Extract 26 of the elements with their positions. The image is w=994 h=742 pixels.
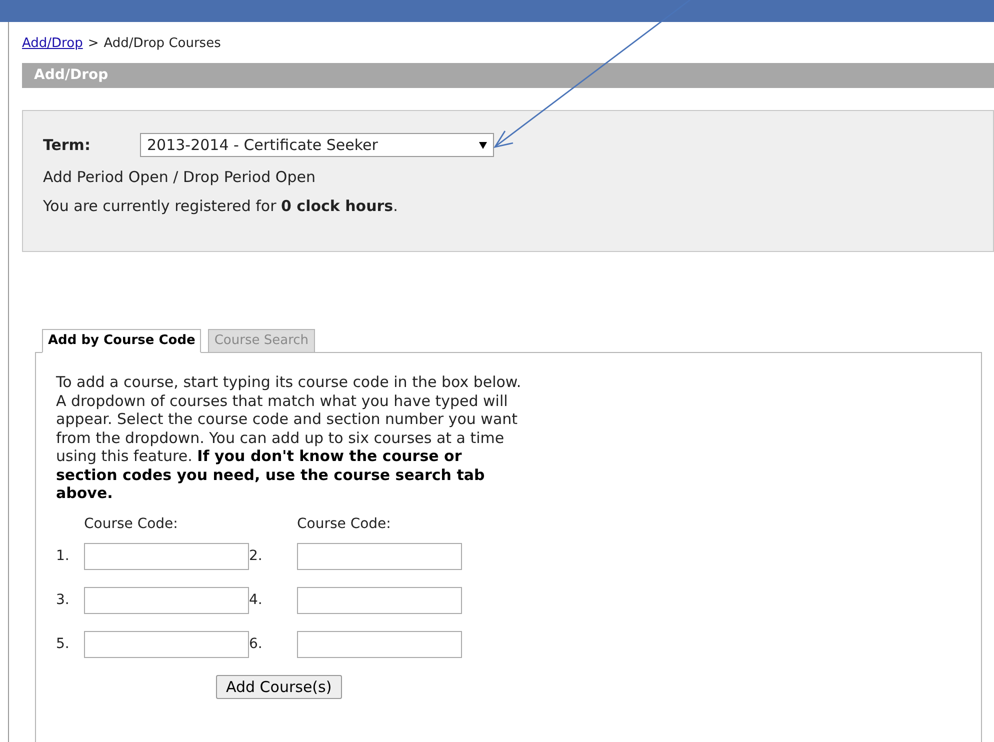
add-courses-button[interactable]: Add Course(s)	[216, 674, 342, 698]
column-label: Course Code:	[84, 516, 179, 532]
tab[interactable]: Add by Course Code	[42, 329, 202, 353]
field-number: 6.	[249, 636, 264, 652]
breadcrumb-link[interactable]: Add/Drop	[22, 36, 83, 50]
course-code-field[interactable]	[84, 630, 249, 658]
caret-icon	[479, 142, 487, 148]
registration-text: You are currently registered for 0 clock hours.	[43, 197, 399, 215]
period-status: Add Period Open / Drop Period Open	[43, 168, 316, 186]
course-code-field[interactable]	[297, 586, 462, 614]
course-code-field[interactable]	[297, 542, 462, 570]
field-number: 4.	[249, 592, 264, 608]
column-label: Course Code:	[297, 516, 392, 532]
field-number: 2.	[249, 548, 264, 564]
section-header: Add/Drop	[22, 63, 994, 88]
course-code-field[interactable]	[84, 586, 249, 614]
field-number: 5.	[56, 636, 70, 652]
course-code-field[interactable]	[297, 630, 462, 658]
breadcrumb-separator: >	[88, 36, 99, 50]
term-label: Term:	[43, 136, 92, 154]
field-number: 1.	[56, 548, 70, 564]
field-number: 3.	[56, 592, 70, 608]
instructions-text: To add a course, start typing its course code in the box below. A dropdown of courses that match what you have typed will appear. Select the course code and section number you want from the dropdown. You can add up to six courses at a time using this feature. If you don't know the course or section codes you need, use the course search tab above.	[56, 373, 522, 502]
term-dropdown[interactable]: 2013-2014 - Certificate Seeker	[140, 133, 494, 157]
breadcrumb-current: Add/Drop Courses	[104, 36, 221, 50]
course-code-field[interactable]	[84, 542, 249, 570]
